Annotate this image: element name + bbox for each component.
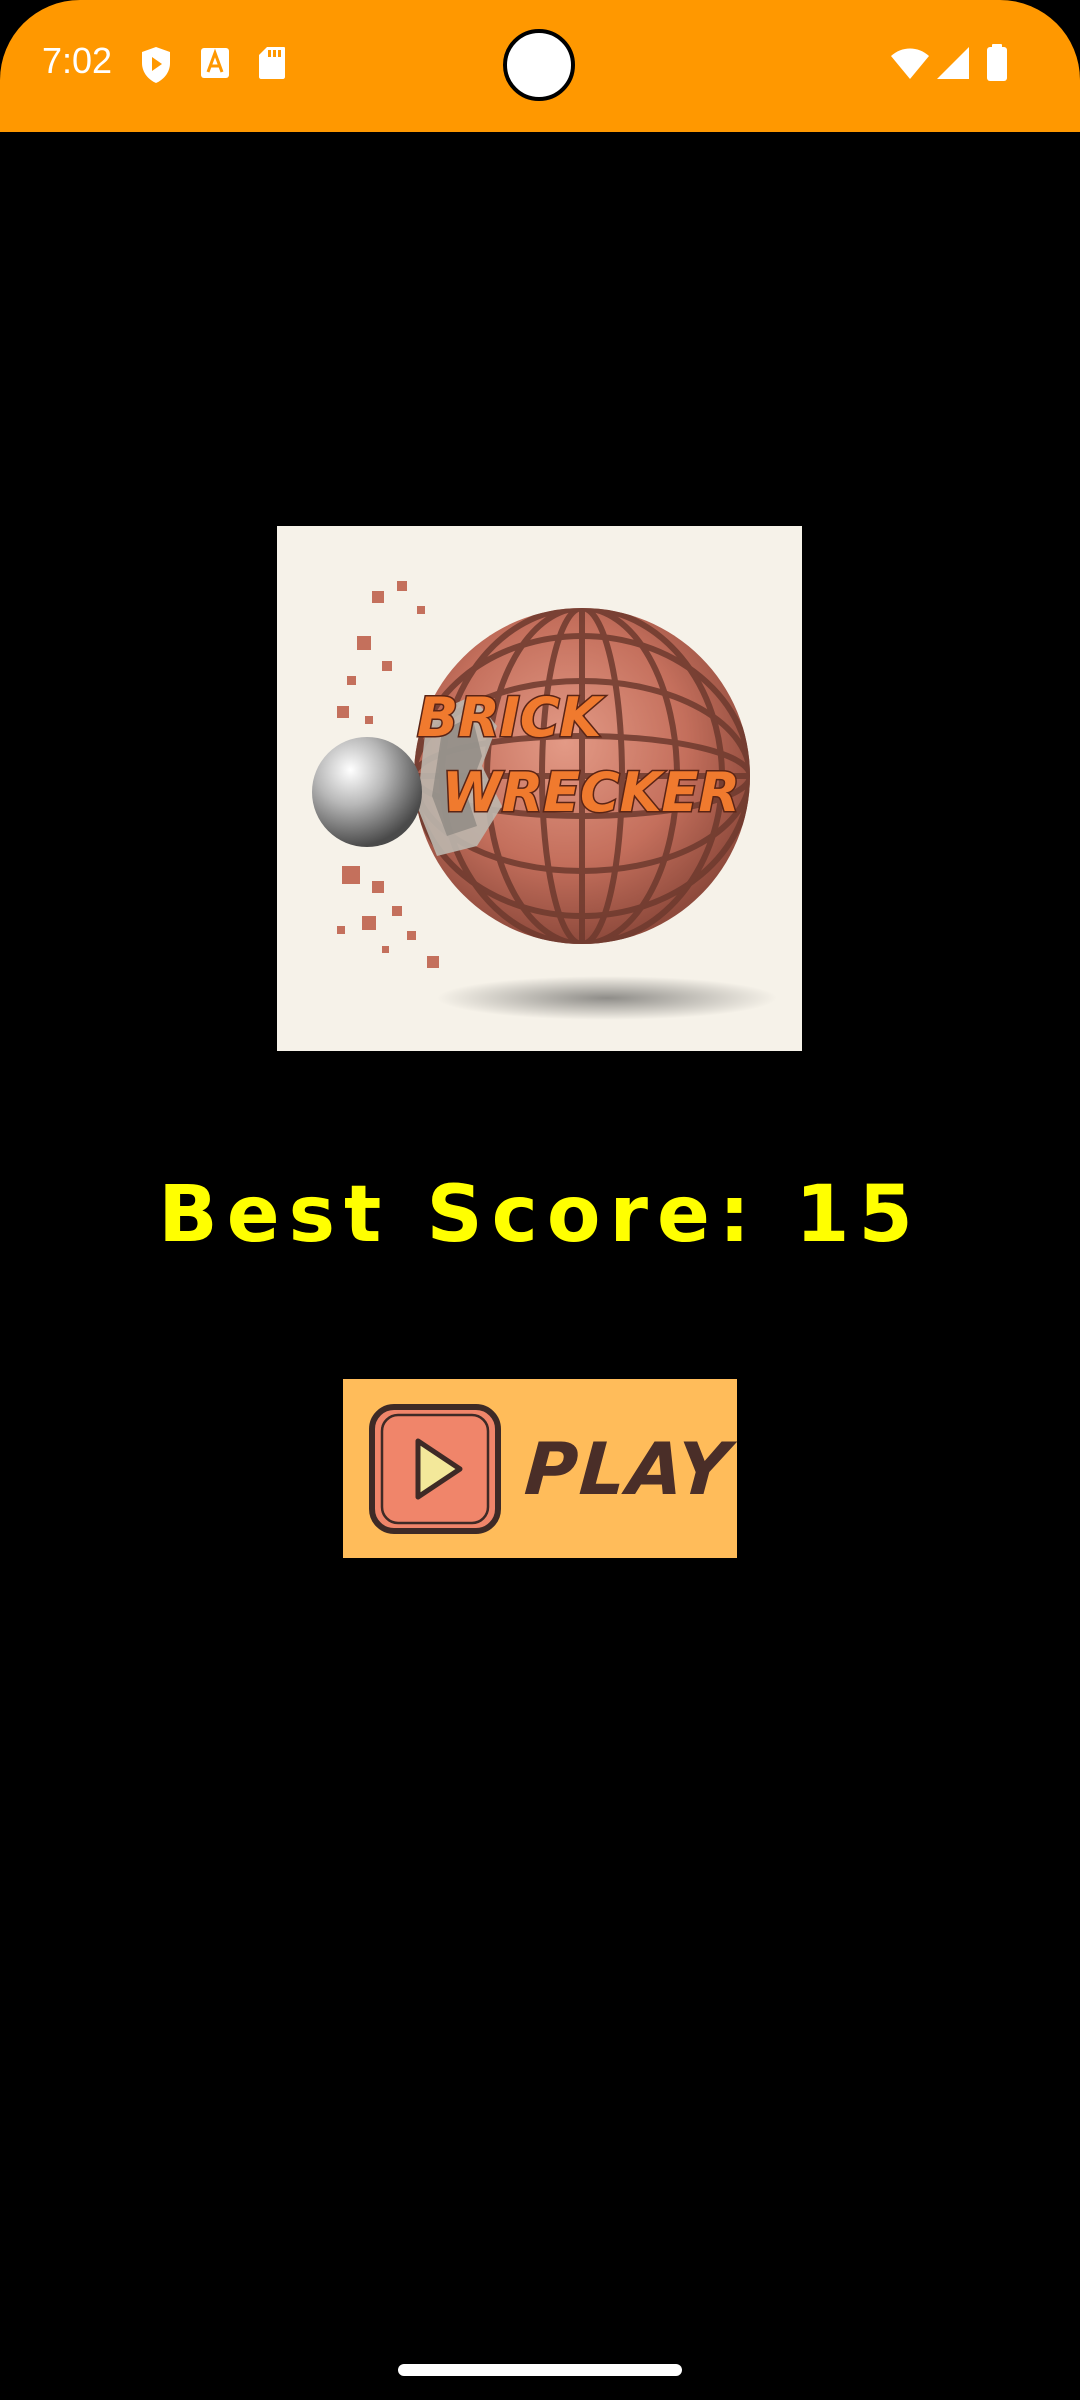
- cellular-signal-icon: [936, 46, 970, 84]
- home-indicator[interactable]: [398, 2364, 682, 2376]
- text-a-icon: [200, 46, 230, 84]
- game-logo: BRICK WRECKER: [277, 526, 802, 1051]
- play-icon: [368, 1403, 502, 1535]
- sd-card-icon: [258, 46, 286, 84]
- best-score-label: Best Score: 15: [158, 1170, 922, 1260]
- play-button[interactable]: PLAY: [343, 1379, 737, 1558]
- camera-cutout: [503, 29, 575, 101]
- app-screen: 7:02 BRICK WRECKER Best Score: 15 PLAY: [0, 0, 1080, 2400]
- play-label: PLAY: [522, 1427, 735, 1511]
- battery-icon: [986, 44, 1008, 86]
- wifi-icon: [890, 46, 930, 84]
- status-time: 7:02: [42, 40, 113, 81]
- status-bar: 7:02: [0, 0, 1080, 132]
- logo-title-line1: BRICK: [417, 686, 605, 749]
- logo-title-line2: WRECKER: [442, 761, 740, 824]
- shield-play-icon: [140, 46, 172, 88]
